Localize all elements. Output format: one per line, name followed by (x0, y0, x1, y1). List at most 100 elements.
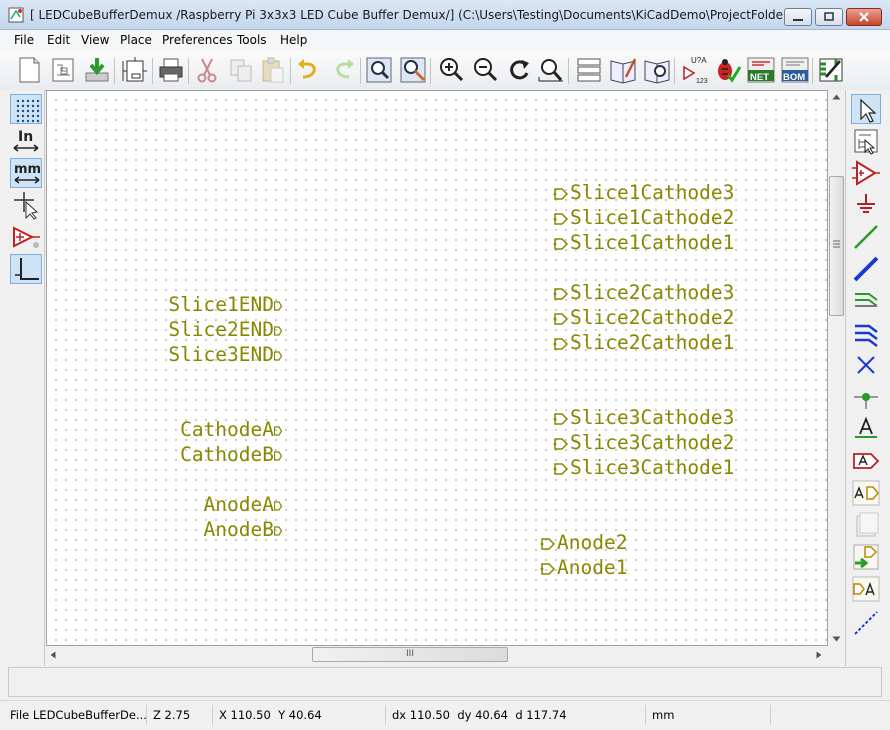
scroll-down-icon[interactable] (832, 636, 841, 642)
add-sheet-button[interactable] (851, 510, 881, 540)
global-label[interactable]: Slice3END (168, 344, 282, 366)
annotate-button[interactable]: U?A 123 (680, 55, 710, 85)
add-bus-button[interactable] (851, 254, 881, 284)
library-editor-button[interactable] (608, 55, 638, 85)
global-label[interactable]: AnodeA (204, 494, 282, 516)
global-label[interactable]: CathodeB (180, 444, 282, 466)
zoom-fit-button[interactable] (536, 55, 566, 85)
no-connect-button[interactable] (851, 350, 881, 380)
scroll-up-icon[interactable] (832, 94, 841, 100)
import-sheet-pin-button[interactable] (851, 542, 881, 572)
global-label[interactable]: Slice3Cathode2 (552, 432, 734, 454)
minimize-button[interactable] (784, 8, 812, 26)
global-label[interactable]: Slice1Cathode1 (552, 232, 734, 254)
menu-file[interactable]: File (14, 33, 34, 47)
menu-preferences[interactable]: Preferences (162, 33, 233, 47)
junction-icon (854, 393, 878, 409)
units-inch-button[interactable]: In (10, 126, 42, 156)
menu-place[interactable]: Place (120, 33, 152, 47)
redraw-button[interactable] (504, 55, 534, 85)
scroll-left-icon[interactable] (50, 651, 56, 659)
menu-tools[interactable]: Tools (237, 33, 267, 47)
global-label[interactable]: Anode1 (539, 557, 627, 579)
units-mm-button[interactable]: mm (10, 158, 42, 188)
horizontal-scroll-thumb[interactable]: III (312, 647, 508, 662)
vertical-scrollbar[interactable] (828, 90, 845, 646)
erc-button[interactable] (712, 55, 742, 85)
undo-button[interactable] (294, 55, 324, 85)
add-sheet-pin-button[interactable] (851, 574, 881, 604)
global-label[interactable]: CathodeA (180, 419, 282, 441)
menu-help[interactable]: Help (280, 33, 307, 47)
global-label[interactable]: Slice1Cathode3 (552, 182, 734, 204)
horizontal-scrollbar[interactable]: III (46, 646, 828, 663)
add-wire-button[interactable] (851, 222, 881, 252)
zoom-out-button[interactable] (470, 55, 500, 85)
save-button[interactable] (82, 55, 112, 85)
schematic-canvas[interactable]: Slice1END Slice2END Slice3END CathodeA C… (46, 90, 828, 646)
wire-to-bus-entry-button[interactable] (851, 286, 881, 316)
global-label[interactable]: Slice2Cathode2 (552, 307, 734, 329)
global-label[interactable]: AnodeB (204, 519, 282, 541)
label-text: Slice1END (168, 293, 274, 316)
find-replace-button[interactable] (398, 55, 428, 85)
page-settings-button[interactable] (120, 55, 150, 85)
maximize-button[interactable] (815, 8, 843, 26)
netlist-button[interactable]: NET (746, 55, 776, 85)
status-y: Y 40.64 (278, 708, 322, 722)
add-hierarchical-label-button[interactable] (851, 478, 881, 508)
close-button[interactable] (846, 8, 882, 26)
global-label[interactable]: Anode2 (539, 532, 627, 554)
global-label[interactable]: Slice3Cathode3 (552, 407, 734, 429)
status-dy: dy 40.64 (457, 708, 508, 722)
paste-button[interactable] (258, 55, 288, 85)
select-tool-button[interactable] (851, 94, 881, 124)
options-toolbar: In mm (0, 90, 45, 666)
cursor-shape-button[interactable] (10, 190, 42, 220)
zoom-in-button[interactable] (436, 55, 466, 85)
hidden-pins-button[interactable] (10, 222, 42, 252)
global-label[interactable]: Slice2Cathode1 (552, 332, 734, 354)
global-label[interactable]: Slice1END (168, 294, 282, 316)
print-button[interactable] (156, 55, 186, 85)
add-global-label-button[interactable] (851, 446, 881, 476)
annotate-icon: U?A 123 (683, 56, 708, 85)
cut-button[interactable] (192, 55, 222, 85)
scroll-right-icon[interactable] (816, 651, 822, 659)
label-flag-icon (553, 212, 569, 225)
redraw-icon (510, 60, 529, 80)
hierarchy-navigator-button[interactable] (574, 55, 604, 85)
library-browser-button[interactable] (642, 55, 672, 85)
hierarchy-tool-button[interactable] (851, 126, 881, 156)
cvpcb-button[interactable] (816, 55, 846, 85)
bom-button[interactable]: BOM (780, 55, 810, 85)
vertical-scroll-thumb[interactable] (829, 176, 844, 316)
label-text: Anode2 (557, 531, 628, 554)
orthogonal-wires-button[interactable] (10, 254, 42, 284)
add-power-button[interactable] (851, 190, 881, 220)
add-junction-button[interactable] (851, 382, 881, 412)
page-settings-icon (122, 57, 147, 82)
global-label[interactable]: Slice3Cathode1 (552, 457, 734, 479)
grid-toggle-button[interactable] (10, 94, 42, 124)
menu-view[interactable]: View (81, 33, 109, 47)
sheet-setup-button[interactable] (48, 55, 78, 85)
label-text: Slice2Cathode1 (570, 331, 735, 354)
label-text: Slice3END (168, 343, 274, 366)
menu-edit[interactable]: Edit (47, 33, 70, 47)
add-label-button[interactable] (851, 414, 881, 444)
add-graphic-line-button[interactable] (851, 608, 881, 638)
new-sheet-button[interactable] (14, 55, 44, 85)
find-button[interactable] (364, 55, 394, 85)
zoom-fit-icon (538, 59, 563, 82)
status-x: X 110.50 (219, 708, 271, 722)
redo-button[interactable] (328, 55, 358, 85)
global-label[interactable]: Slice2END (168, 319, 282, 341)
global-label[interactable]: Slice2Cathode3 (552, 282, 734, 304)
add-component-button[interactable] (851, 158, 881, 188)
global-label[interactable]: Slice1Cathode2 (552, 207, 734, 229)
bus-to-bus-entry-button[interactable] (851, 318, 881, 348)
window-title: [ LEDCubeBufferDemux /Raspberry Pi 3x3x3… (30, 8, 793, 22)
copy-button[interactable] (226, 55, 256, 85)
component-icon (852, 160, 880, 186)
